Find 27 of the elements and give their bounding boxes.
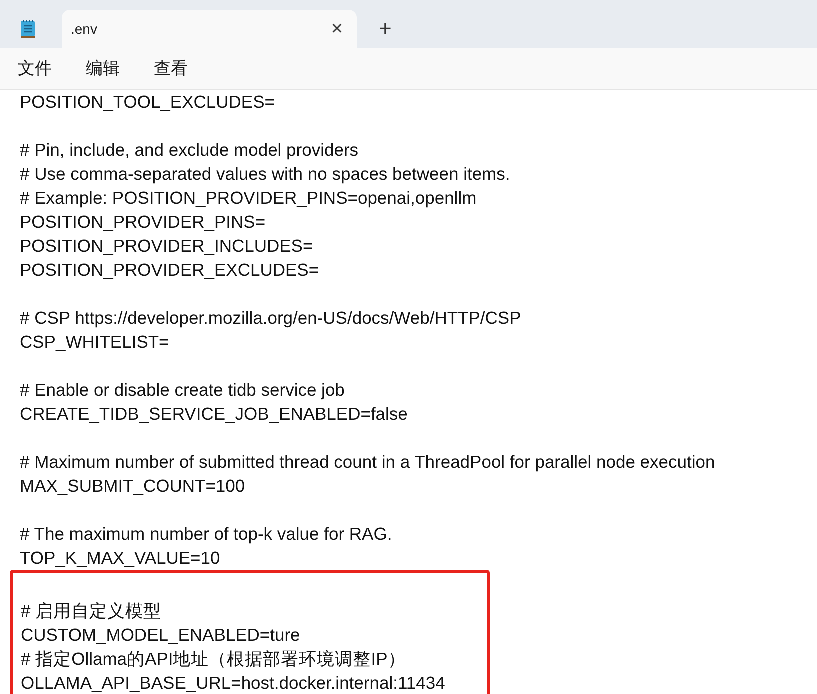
close-button[interactable]: × [331, 19, 343, 39]
code-line: # The maximum number of top-k value for RAG. [20, 523, 392, 546]
code-line: POSITION_PROVIDER_PINS= [20, 211, 266, 234]
menu-item[interactable]: 文件 [18, 56, 52, 82]
code-line: MAX_SUBMIT_COUNT=100 [20, 475, 246, 498]
code-line: # 指定Ollama的API地址（根据部署环境调整IP） [21, 648, 406, 671]
code-line: CUSTOM_MODEL_ENABLED=ture [21, 624, 300, 647]
code-line: # Enable or disable create tidb service job [20, 379, 345, 402]
code-line: POSITION_PROVIDER_INCLUDES= [20, 235, 314, 258]
code-line: # 启用自定义模型 [21, 600, 162, 623]
file-tab[interactable]: .env × [62, 10, 357, 48]
notepad-icon [20, 19, 36, 39]
menu-item[interactable]: 编辑 [86, 56, 120, 82]
code-line: POSITION_TOOL_EXCLUDES= [20, 91, 275, 114]
new-tab-button[interactable]: + [379, 18, 392, 40]
code-line: CSP_WHITELIST= [20, 331, 170, 354]
code-line: # Example: POSITION_PROVIDER_PINS=openai,openllm [20, 187, 477, 210]
code-line: POSITION_PROVIDER_EXCLUDES= [20, 259, 320, 282]
code-line: # Maximum number of submitted thread count in a ThreadPool for parallel node execution [20, 451, 716, 474]
code-line: # Pin, include, and exclude model providers [20, 139, 359, 162]
tab-title: .env [71, 20, 98, 38]
code-line: CREATE_TIDB_SERVICE_JOB_ENABLED=false [20, 403, 408, 426]
menu-item[interactable]: 查看 [154, 56, 188, 82]
code-line: # CSP https://developer.mozilla.org/en-US/docs/Web/HTTP/CSP [20, 307, 522, 330]
code-line: OLLAMA_API_BASE_URL=host.docker.internal:11434 [21, 672, 446, 694]
code-line: TOP_K_MAX_VALUE=10 [20, 547, 220, 570]
code-line: # Use comma-separated values with no spaces between items. [20, 163, 510, 186]
